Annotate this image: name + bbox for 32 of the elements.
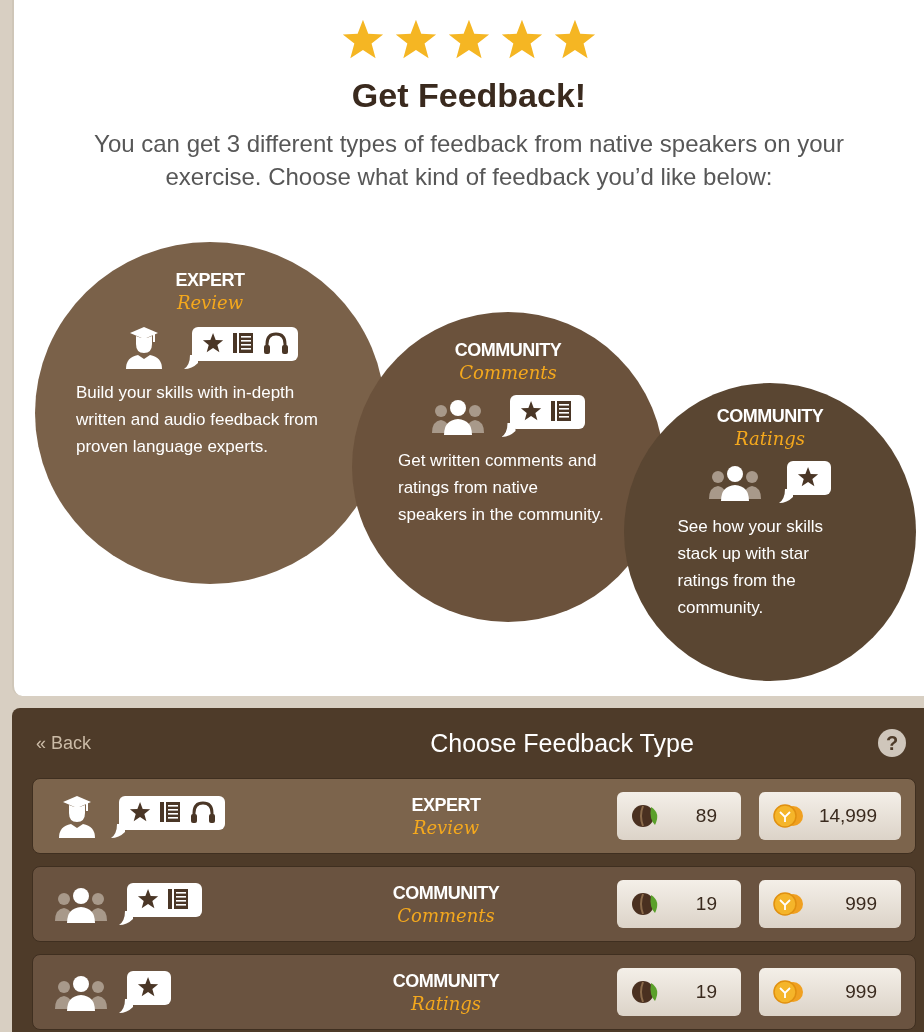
type-sublabel: Comments [397, 904, 495, 926]
coin-icon [773, 803, 805, 829]
type-label: EXPERT [175, 270, 245, 291]
type-description: Build your skills with in-depth written and audio feedback from proven language experts. [76, 382, 319, 458]
coins-price-button[interactable]: 999 [759, 968, 901, 1016]
help-button[interactable]: ? [878, 729, 906, 757]
type-description: Get written comments and ratings from native speakers in the community. [398, 450, 605, 526]
type-description: See how your skills stack up with star ratings from the community. [677, 516, 824, 619]
coins-price-button[interactable]: 14,999 [759, 792, 901, 840]
option-row[interactable]: COMMUNITY Ratings 19 999 [32, 954, 916, 1030]
type-label: COMMUNITY [392, 970, 500, 992]
coin-icon [773, 891, 805, 917]
back-link[interactable]: « Back [36, 732, 306, 754]
intro-text: You can get 3 different types of feedback from native speakers on your exercise. Choose what kind of feedback you’d like below: [93, 129, 845, 192]
option-row[interactable]: COMMUNITY Comments 19 999 [32, 866, 916, 942]
beans-price-button[interactable]: 19 [617, 880, 741, 928]
beans-price-button[interactable]: 19 [617, 968, 741, 1016]
type-label: COMMUNITY [454, 340, 562, 361]
coins-price-button[interactable]: 999 [759, 880, 901, 928]
type-sublabel: Review [176, 292, 244, 313]
page-heading: Get Feedback! [351, 76, 587, 115]
option-row[interactable]: EXPERT Review 89 14,999 [32, 778, 916, 854]
type-sublabel: Comments [459, 362, 557, 383]
type-label: EXPERT [411, 794, 481, 816]
type-label: COMMUNITY [392, 882, 500, 904]
coin-icon [773, 979, 805, 1005]
panel-title: Choose Feedback Type [429, 728, 695, 758]
beans-price-button[interactable]: 89 [617, 792, 741, 840]
type-label: COMMUNITY [716, 406, 824, 427]
type-sublabel: Ratings [410, 992, 481, 1014]
type-sublabel: Review [412, 816, 480, 838]
type-sublabel: Ratings [734, 428, 805, 449]
